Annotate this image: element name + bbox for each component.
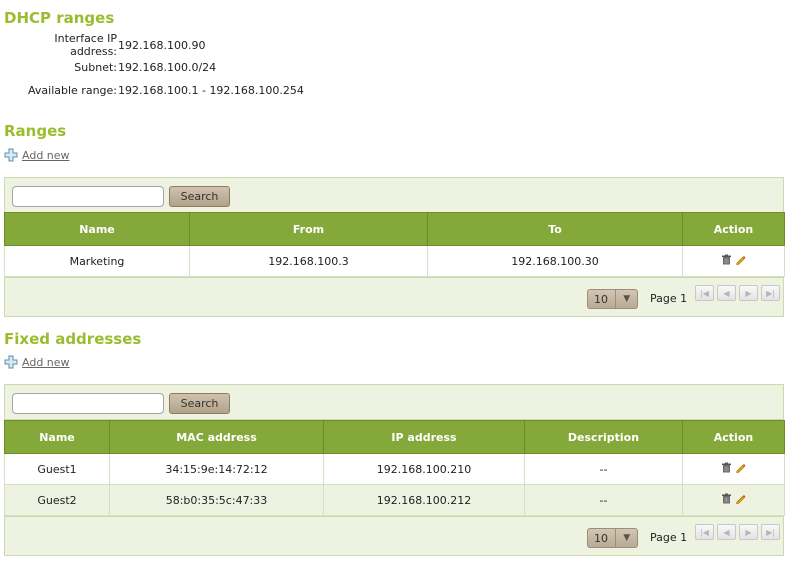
column-header-description[interactable]: Description [524,420,683,454]
ranges-search-input[interactable] [12,185,164,207]
table-row: Marketing 192.168.100.3 192.168.100.30 [4,245,785,277]
chevron-down-icon[interactable]: ▼ [615,529,637,547]
column-header-name[interactable]: Name [4,420,110,454]
info-row-interface-ip: Interface IP address: 192.168.100.90 [4,32,404,59]
page-size-select[interactable]: 10 ▼ [587,289,638,309]
fixed-search-button[interactable]: Search [169,392,230,414]
dhcp-ranges-title: DHCP ranges [4,9,115,27]
info-label: Available range: [28,83,117,97]
column-header-action: Action [682,420,785,454]
column-header-from[interactable]: From [189,212,428,246]
pagination-controls: |◀ ◀ ▶ ▶| [695,524,780,540]
prev-page-icon[interactable]: ◀ [717,285,736,301]
fixed-addresses-title: Fixed addresses [4,330,142,348]
table-row: Guest1 34:15:9e:14:72:12 192.168.100.210… [4,453,785,485]
ranges-add-new[interactable]: Add new [4,147,70,163]
table-row: Guest2 58:b0:35:5c:47:33 192.168.100.212… [4,484,785,516]
last-page-icon[interactable]: ▶| [761,285,780,301]
cell-description: -- [524,484,683,516]
pencil-icon[interactable] [735,462,746,473]
cell-action [682,245,785,277]
fixed-pager: 10 ▼ Page 1 |◀ ◀ ▶ ▶| [4,516,784,556]
ranges-search-bar: Search [4,177,784,213]
pencil-icon[interactable] [735,493,746,504]
cell-name: Marketing [4,245,190,277]
add-new-link[interactable]: Add new [22,356,70,369]
page-size-value: 10 [594,292,608,306]
column-header-to[interactable]: To [427,212,683,246]
next-page-icon[interactable]: ▶ [739,285,758,301]
fixed-add-new[interactable]: Add new [4,354,70,370]
cell-ip: 192.168.100.212 [323,484,525,516]
prev-page-icon[interactable]: ◀ [717,524,736,540]
pencil-icon[interactable] [735,254,746,265]
ranges-table: Name From To Action Marketing 192.168.10… [4,212,785,277]
trash-icon[interactable] [721,254,732,265]
ranges-search-button[interactable]: Search [169,185,230,207]
interface-info: Interface IP address: 192.168.100.90 Sub… [4,32,404,102]
ranges-title: Ranges [4,122,67,140]
info-label: Interface IP address: [54,32,117,59]
info-row-available-range: Available range: 192.168.100.1 - 192.168… [4,79,404,102]
first-page-icon[interactable]: |◀ [695,285,714,301]
cell-description: -- [524,453,683,485]
first-page-icon[interactable]: |◀ [695,524,714,540]
fixed-search-bar: Search [4,384,784,420]
cell-ip: 192.168.100.210 [323,453,525,485]
last-page-icon[interactable]: ▶| [761,524,780,540]
cell-action [682,484,785,516]
table-header-row: Name From To Action [4,212,785,246]
column-header-ip[interactable]: IP address [323,420,525,454]
column-header-name[interactable]: Name [4,212,190,246]
next-page-icon[interactable]: ▶ [739,524,758,540]
page-label: Page 1 [650,292,688,305]
info-value: 192.168.100.0/24 [118,61,217,75]
info-label: Subnet: [74,61,117,75]
info-value: 192.168.100.90 [118,38,206,52]
fixed-addresses-table: Name MAC address IP address Description … [4,420,785,516]
trash-icon[interactable] [721,462,732,473]
add-new-link[interactable]: Add new [22,149,70,162]
plus-icon [4,148,18,162]
fixed-search-input[interactable] [12,392,164,414]
pagination-controls: |◀ ◀ ▶ ▶| [695,285,780,301]
cell-to: 192.168.100.30 [427,245,683,277]
table-header-row: Name MAC address IP address Description … [4,420,785,454]
page-size-select[interactable]: 10 ▼ [587,528,638,548]
cell-mac: 34:15:9e:14:72:12 [109,453,324,485]
info-row-subnet: Subnet: 192.168.100.0/24 [4,57,404,80]
cell-action [682,453,785,485]
info-value: 192.168.100.1 - 192.168.100.254 [118,83,304,97]
chevron-down-icon[interactable]: ▼ [615,290,637,308]
plus-icon [4,355,18,369]
trash-icon[interactable] [721,493,732,504]
column-header-action: Action [682,212,785,246]
cell-name: Guest1 [4,453,110,485]
ranges-pager: 10 ▼ Page 1 |◀ ◀ ▶ ▶| [4,277,784,317]
page-label: Page 1 [650,531,688,544]
cell-name: Guest2 [4,484,110,516]
cell-mac: 58:b0:35:5c:47:33 [109,484,324,516]
cell-from: 192.168.100.3 [189,245,428,277]
page-size-value: 10 [594,531,608,545]
column-header-mac[interactable]: MAC address [109,420,324,454]
